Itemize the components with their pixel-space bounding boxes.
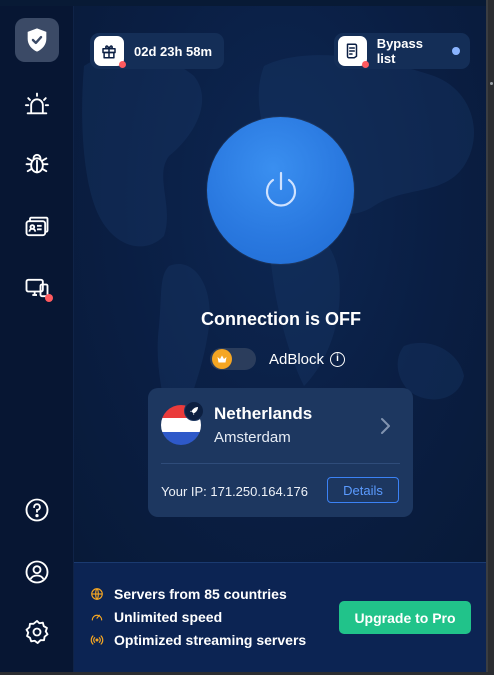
toggle-knob: [212, 349, 232, 369]
gift-icon: [102, 45, 116, 59]
flag-stripe-blue: [161, 431, 201, 445]
feature-streaming-label: Optimized streaming servers: [114, 632, 307, 648]
settings-icon: [25, 619, 49, 645]
card-divider: [161, 463, 400, 464]
bypass-label: Bypass list: [376, 36, 423, 66]
power-button[interactable]: [207, 117, 354, 264]
details-button[interactable]: Details: [327, 477, 399, 503]
adblock-label: AdBlock: [269, 350, 325, 368]
sidebar-item-account[interactable]: [15, 550, 59, 594]
crown-icon: [217, 355, 227, 363]
vpn-app-window: 02d 23h 58m Bypass list Connection is OF…: [0, 0, 488, 672]
id-cards-icon: [25, 216, 49, 237]
trial-timer[interactable]: 02d 23h 58m: [90, 33, 224, 69]
sidebar-item-devices[interactable]: [15, 266, 59, 310]
power-icon: [265, 171, 296, 207]
feature-servers-label: Servers from 85 countries: [114, 586, 287, 602]
upgrade-promo: Servers from 85 countries Unlimited spee…: [74, 562, 486, 672]
sidebar-item-help[interactable]: [15, 488, 59, 532]
main-panel: 02d 23h 58m Bypass list Connection is OF…: [74, 6, 486, 562]
alarm-icon: [24, 92, 50, 115]
location-country: Netherlands: [214, 404, 313, 423]
list-icon-box: [338, 36, 369, 68]
window-right-edge: [488, 0, 494, 675]
shield-icon: [27, 28, 47, 52]
bug-icon: [25, 153, 49, 174]
sidebar-item-malware[interactable]: [15, 141, 59, 185]
rocket-icon: [190, 407, 198, 415]
chevron-right-icon: [381, 418, 390, 434]
ip-address: Your IP: 171.250.164.176: [161, 484, 308, 499]
adblock-row: AdBlock i: [210, 347, 346, 371]
rocket-badge: [184, 401, 204, 421]
sidebar: [0, 6, 74, 672]
adblock-toggle[interactable]: [210, 348, 256, 370]
upgrade-button[interactable]: Upgrade to Pro: [339, 601, 471, 634]
feature-servers: Servers from 85 countries: [90, 585, 287, 603]
account-icon: [25, 560, 49, 584]
timer-label: 02d 23h 58m: [134, 43, 213, 59]
bypass-notification-badge: [361, 61, 369, 68]
feature-speed: Unlimited speed: [90, 608, 222, 626]
timer-notification-badge: [119, 61, 126, 68]
list-icon: [347, 43, 358, 59]
sidebar-item-alerts[interactable]: [15, 82, 59, 126]
sidebar-item-identity[interactable]: [15, 205, 59, 249]
feature-streaming: Optimized streaming servers: [90, 631, 306, 649]
sidebar-item-settings[interactable]: [15, 610, 59, 654]
location-city: Amsterdam: [214, 429, 291, 446]
edge-dot: [490, 82, 493, 85]
broadcast-icon: [90, 635, 104, 645]
globe-icon: [91, 588, 103, 601]
connection-status: Connection is OFF: [201, 309, 361, 329]
bypass-status-dot: [452, 47, 460, 55]
devices-notification-badge: [45, 294, 53, 302]
sidebar-item-protection[interactable]: [15, 18, 59, 62]
gift-icon-box: [94, 36, 126, 68]
help-icon: [25, 498, 49, 522]
feature-speed-label: Unlimited speed: [114, 609, 223, 625]
location-card[interactable]: Netherlands Amsterdam Your IP: 171.250.1…: [148, 388, 413, 517]
speedometer-icon: [91, 614, 103, 621]
bypass-list-button[interactable]: Bypass list: [334, 33, 470, 69]
info-icon[interactable]: i: [330, 351, 346, 367]
